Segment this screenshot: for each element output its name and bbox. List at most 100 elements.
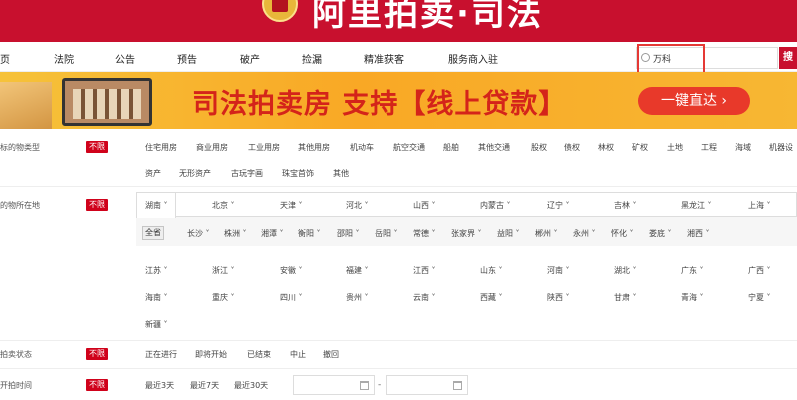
city-option[interactable]: 郴州 ˅: [535, 228, 558, 239]
status-label: 拍卖状态: [0, 350, 32, 359]
type-option[interactable]: 股权: [531, 142, 547, 153]
type-option[interactable]: 航空交通: [393, 142, 425, 153]
type-option[interactable]: 船舶: [443, 142, 459, 153]
province-option[interactable]: 河北 ˅: [346, 200, 369, 211]
start-time-unlimited-badge[interactable]: 不限: [86, 379, 108, 391]
start-time-option[interactable]: 最近30天: [234, 380, 268, 391]
nav-item-leads[interactable]: 精准获客: [364, 51, 404, 66]
province-option[interactable]: 天津 ˅: [280, 200, 303, 211]
province-option[interactable]: 浙江 ˅: [212, 265, 235, 276]
status-option[interactable]: 已结束: [247, 349, 271, 360]
province-option[interactable]: 新疆 ˅: [145, 319, 168, 330]
promo-banner[interactable]: 司法拍卖房 支持【线上贷款】 一键直达 ›: [0, 72, 797, 129]
nav-item-bargain[interactable]: 捡漏: [302, 51, 322, 66]
status-option[interactable]: 正在进行: [145, 349, 177, 360]
start-time-option[interactable]: 最近7天: [190, 380, 219, 391]
city-option[interactable]: 常德 ˅: [413, 228, 436, 239]
end-date-input[interactable]: [386, 375, 468, 395]
province-option[interactable]: 内蒙古 ˅: [480, 200, 511, 211]
city-option[interactable]: 株洲 ˅: [224, 228, 247, 239]
type-option[interactable]: 机动车: [350, 142, 374, 153]
province-option[interactable]: 湖南 ˅: [145, 200, 168, 211]
type-option[interactable]: 住宅用房: [145, 142, 177, 153]
city-option[interactable]: 永州 ˅: [573, 228, 596, 239]
province-option[interactable]: 西藏 ˅: [480, 292, 503, 303]
province-option[interactable]: 湖北 ˅: [614, 265, 637, 276]
type-option[interactable]: 其他用房: [298, 142, 330, 153]
type-option[interactable]: 债权: [564, 142, 580, 153]
calendar-icon: [360, 381, 369, 390]
province-option[interactable]: 安徽 ˅: [280, 265, 303, 276]
start-date-input[interactable]: [293, 375, 375, 395]
status-option[interactable]: 即将开始: [195, 349, 227, 360]
province-option[interactable]: 贵州 ˅: [346, 292, 369, 303]
type-option[interactable]: 海域: [735, 142, 751, 153]
province-option[interactable]: 海南 ˅: [145, 292, 168, 303]
divider: [0, 340, 797, 341]
province-option[interactable]: 广东 ˅: [681, 265, 704, 276]
type-option[interactable]: 古玩字画: [231, 168, 263, 179]
province-option[interactable]: 宁夏 ˅: [748, 292, 771, 303]
province-option[interactable]: 江苏 ˅: [145, 265, 168, 276]
province-option[interactable]: 福建 ˅: [346, 265, 369, 276]
banner-go-button[interactable]: 一键直达 ›: [638, 87, 750, 115]
type-option[interactable]: 工业用房: [248, 142, 280, 153]
city-option[interactable]: 长沙 ˅: [187, 228, 210, 239]
calendar-icon: [453, 381, 462, 390]
city-all-button[interactable]: 全省: [142, 226, 164, 240]
search-button[interactable]: 搜: [779, 47, 797, 69]
city-option[interactable]: 张家界 ˅: [451, 228, 482, 239]
site-title[interactable]: 阿里拍卖·司法: [312, 0, 543, 35]
city-option[interactable]: 湘潭 ˅: [261, 228, 284, 239]
date-range-dash: -: [378, 380, 382, 390]
type-option[interactable]: 矿权: [632, 142, 648, 153]
type-option[interactable]: 工程: [701, 142, 717, 153]
nav-item-home[interactable]: 页: [0, 51, 10, 66]
type-option[interactable]: 林权: [598, 142, 614, 153]
province-option[interactable]: 吉林 ˅: [614, 200, 637, 211]
location-unlimited-badge[interactable]: 不限: [86, 199, 108, 211]
type-option[interactable]: 其他: [333, 168, 349, 179]
province-option[interactable]: 云南 ˅: [413, 292, 436, 303]
type-option[interactable]: 其他交通: [478, 142, 510, 153]
nav-item-court[interactable]: 法院: [54, 51, 74, 66]
province-option[interactable]: 山东 ˅: [480, 265, 503, 276]
province-option[interactable]: 江西 ˅: [413, 265, 436, 276]
type-option[interactable]: 商业用房: [196, 142, 228, 153]
type-option[interactable]: 无形资产: [179, 168, 211, 179]
province-option[interactable]: 陕西 ˅: [547, 292, 570, 303]
city-option[interactable]: 邵阳 ˅: [337, 228, 360, 239]
city-option[interactable]: 岳阳 ˅: [375, 228, 398, 239]
province-option[interactable]: 北京 ˅: [212, 200, 235, 211]
city-option[interactable]: 衡阳 ˅: [298, 228, 321, 239]
type-option[interactable]: 珠宝首饰: [282, 168, 314, 179]
province-option[interactable]: 上海 ˅: [748, 200, 771, 211]
province-option[interactable]: 广西 ˅: [748, 265, 771, 276]
nav-item-provider[interactable]: 服务商入驻: [448, 51, 498, 66]
city-option[interactable]: 益阳 ˅: [497, 228, 520, 239]
nav-item-bankruptcy[interactable]: 破产: [240, 51, 260, 66]
status-option[interactable]: 中止: [290, 349, 306, 360]
type-option[interactable]: 土地: [667, 142, 683, 153]
province-option[interactable]: 青海 ˅: [681, 292, 704, 303]
status-unlimited-badge[interactable]: 不限: [86, 348, 108, 360]
house-image: [0, 82, 52, 129]
province-option[interactable]: 山西 ˅: [413, 200, 436, 211]
province-option[interactable]: 河南 ˅: [547, 265, 570, 276]
city-option[interactable]: 娄底 ˅: [649, 228, 672, 239]
nav-item-preview[interactable]: 预告: [177, 51, 197, 66]
province-option[interactable]: 黑龙江 ˅: [681, 200, 712, 211]
province-option[interactable]: 辽宁 ˅: [547, 200, 570, 211]
type-option[interactable]: 机器设: [769, 142, 793, 153]
start-time-option[interactable]: 最近3天: [145, 380, 174, 391]
province-option[interactable]: 四川 ˅: [280, 292, 303, 303]
province-option[interactable]: 重庆 ˅: [212, 292, 235, 303]
status-option[interactable]: 撤回: [323, 349, 339, 360]
province-option[interactable]: 甘肃 ˅: [614, 292, 637, 303]
type-option[interactable]: 资产: [145, 168, 161, 179]
city-option[interactable]: 湘西 ˅: [687, 228, 710, 239]
type-unlimited-badge[interactable]: 不限: [86, 141, 108, 153]
nav-item-notice[interactable]: 公告: [115, 51, 135, 66]
city-option[interactable]: 怀化 ˅: [611, 228, 634, 239]
location-label: 的物所在地: [0, 201, 40, 210]
